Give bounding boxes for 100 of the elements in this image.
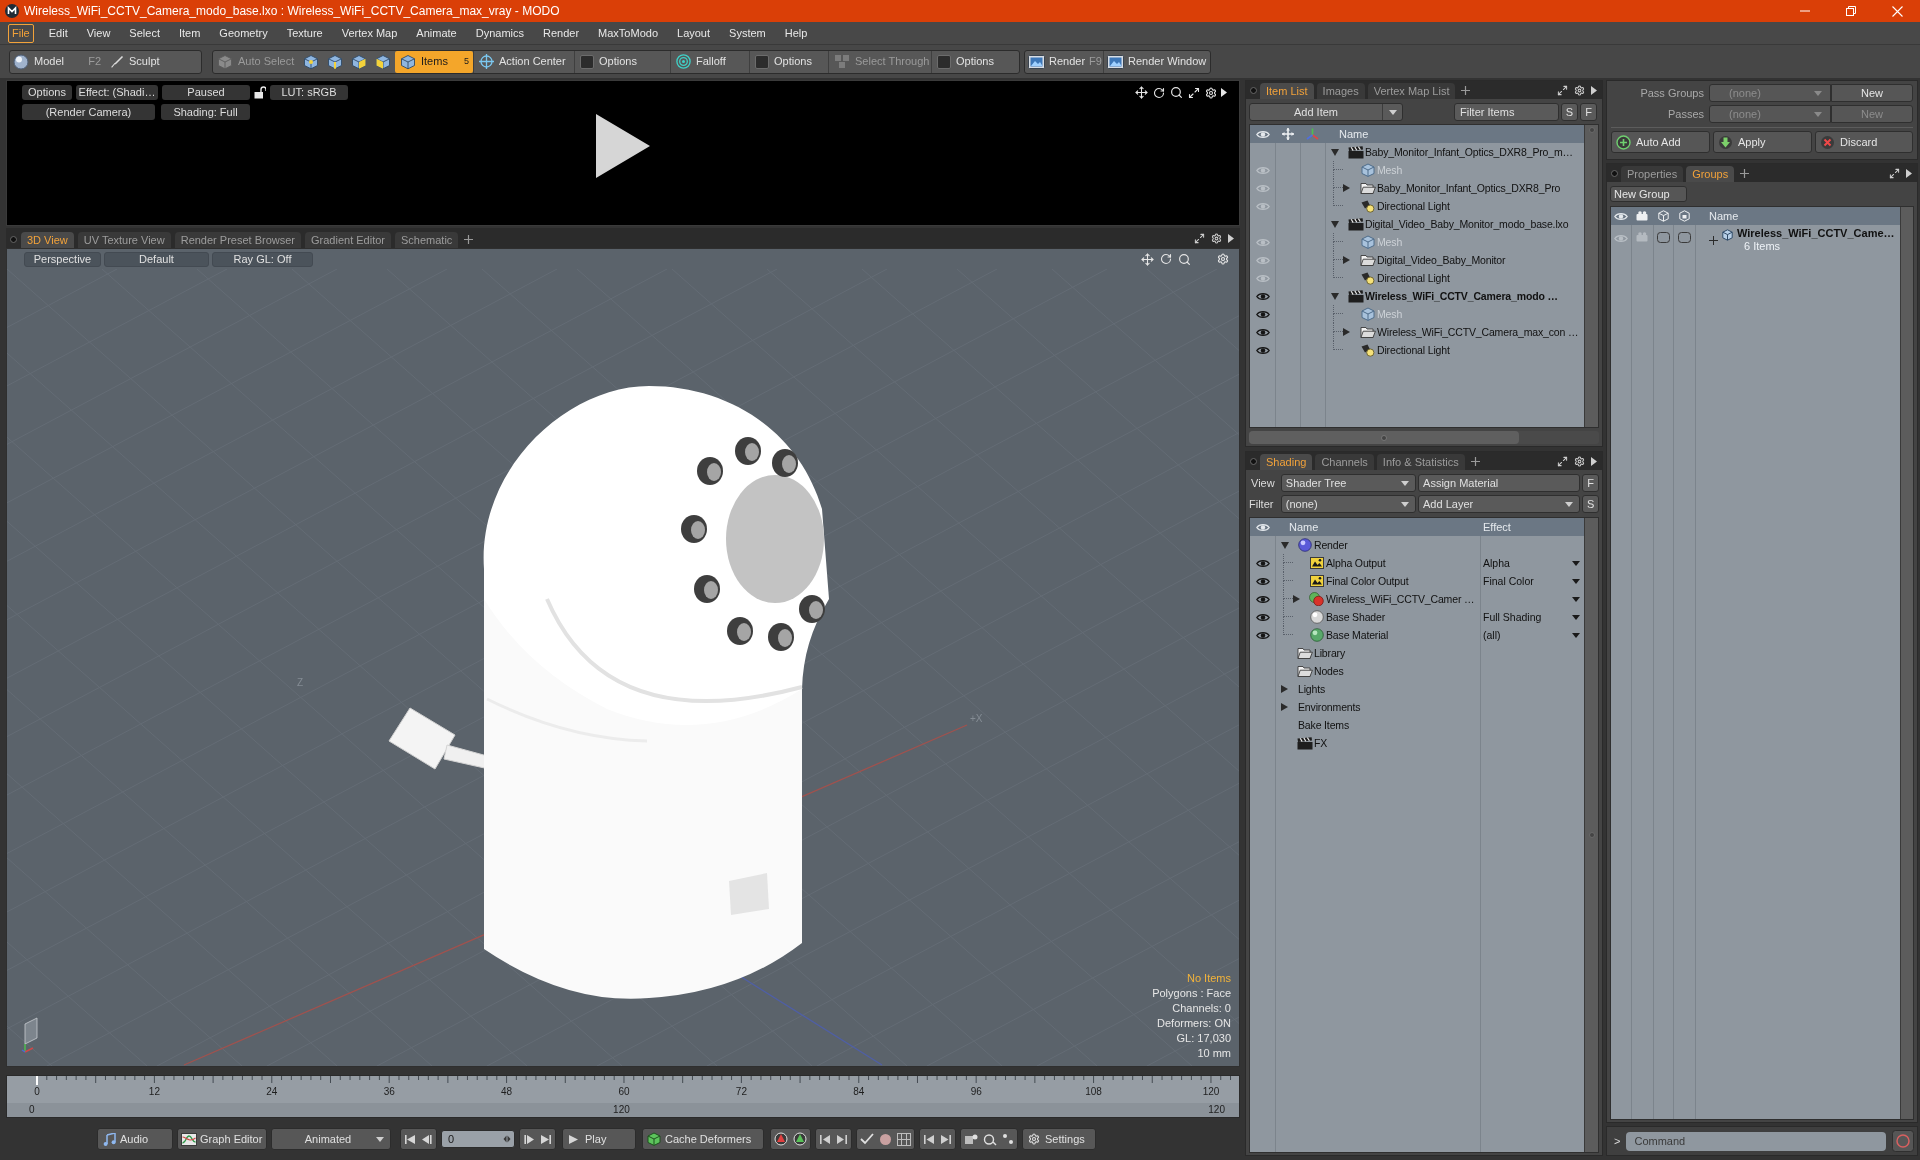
ring-icon[interactable] — [1892, 1130, 1914, 1152]
render-button[interactable]: Render F9 — [1025, 50, 1103, 73]
lut-button[interactable]: LUT: sRGB — [270, 85, 348, 100]
item-name[interactable]: Wireless_WiFi_CCTV_Camera_max_con … — [1377, 326, 1579, 338]
eye-icon[interactable] — [1255, 594, 1270, 604]
timeline-ruler[interactable]: 0 12 24 36 48 60 72 84 96 108 120 — [7, 1076, 1239, 1103]
effect-dropdown[interactable]: Alpha — [1480, 554, 1584, 572]
tool-button[interactable]: Action Center — [473, 50, 574, 73]
new-button[interactable]: New — [1831, 84, 1913, 102]
panel-tab[interactable]: UV Texture View — [77, 232, 171, 248]
panel-tab[interactable]: Groups — [1686, 166, 1735, 182]
panel-tab[interactable]: Render Preset Browser — [174, 232, 301, 248]
tool-button[interactable]: Falloff — [670, 50, 749, 73]
play-icon[interactable] — [596, 114, 650, 178]
search-icon[interactable] — [1170, 86, 1183, 99]
playhead-marker[interactable] — [36, 1076, 38, 1085]
layer-name[interactable]: FX — [1314, 737, 1328, 749]
scrollbar-track[interactable] — [1249, 431, 1599, 444]
maximize-icon[interactable] — [1557, 85, 1568, 96]
panel-tab[interactable]: Info & Statistics — [1376, 454, 1465, 470]
layer-name[interactable]: Wireless_WiFi_CCTV_Camer … — [1326, 593, 1475, 605]
add-tab-icon[interactable] — [464, 235, 474, 244]
eye-icon[interactable] — [1255, 612, 1270, 622]
view-mode-button[interactable]: Perspective — [24, 251, 101, 267]
view-mode-button[interactable]: Ray GL: Off — [212, 251, 313, 267]
right-triangle-icon[interactable] — [1591, 86, 1597, 95]
camera-button[interactable]: (Render Camera) — [22, 104, 155, 120]
close-icon[interactable] — [1891, 5, 1903, 17]
move-icon[interactable] — [1135, 86, 1148, 99]
filter-field[interactable]: Filter Items — [1454, 103, 1559, 121]
scrollbar-thumb[interactable] — [1249, 431, 1519, 444]
audio-button[interactable]: Audio — [97, 1128, 173, 1150]
skip-forward-icon[interactable] — [836, 1133, 848, 1145]
triangle-circle-icon[interactable] — [793, 1132, 807, 1146]
eye-icon[interactable] — [1255, 327, 1270, 337]
rounded-square-icon[interactable] — [1656, 232, 1670, 243]
menu-item[interactable]: Render — [539, 23, 584, 43]
menu-item[interactable]: Animate — [412, 23, 461, 43]
effect-dropdown[interactable]: Full Shading — [1480, 608, 1584, 626]
options-button[interactable]: Options — [22, 85, 72, 100]
two-dots-icon[interactable] — [1002, 1133, 1014, 1145]
key-mode-dropdown[interactable]: Animated — [271, 1128, 391, 1150]
menu-item[interactable]: Geometry — [215, 23, 272, 43]
panel-menu-dot-icon[interactable] — [1611, 170, 1618, 177]
graph-editor-button[interactable]: Graph Editor — [177, 1128, 267, 1150]
filter-dropdown[interactable]: (none) — [1280, 495, 1417, 513]
add-tab-icon[interactable] — [1461, 86, 1471, 95]
menu-item[interactable]: Help — [780, 23, 812, 43]
item-name[interactable]: Wireless_WiFi_CCTV_Camera_modo … — [1365, 290, 1558, 302]
settings-button[interactable]: Settings — [1022, 1128, 1096, 1150]
maximize-icon[interactable] — [1557, 456, 1568, 467]
scrollbar-track[interactable] — [1584, 125, 1598, 427]
pass-action-button[interactable]: Apply — [1713, 131, 1812, 153]
layer-name[interactable]: Base Shader — [1326, 611, 1386, 623]
panel-menu-dot-icon[interactable] — [1250, 87, 1257, 94]
add-item-dropdown[interactable]: Add Item — [1249, 103, 1403, 121]
right-triangle-icon[interactable] — [1221, 88, 1227, 97]
layer-name[interactable]: Final Color Output — [1326, 575, 1409, 587]
maximize-icon[interactable] — [1188, 86, 1200, 99]
filter-toggle-button[interactable]: F — [1580, 103, 1597, 121]
eye-icon[interactable] — [1255, 630, 1270, 640]
settings-icon[interactable] — [1205, 86, 1217, 99]
skip-back-icon[interactable] — [819, 1133, 831, 1145]
s-button[interactable]: S — [1582, 495, 1599, 513]
skip-forward-icon[interactable] — [940, 1133, 952, 1145]
magnifier-icon[interactable] — [983, 1132, 997, 1146]
rounded-square-icon[interactable] — [1677, 232, 1691, 243]
group-name[interactable]: Wireless_WiFi_CCTV_Came… — [1737, 228, 1895, 239]
right-triangle-icon[interactable] — [1591, 457, 1597, 466]
panel-tab[interactable]: Channels — [1315, 454, 1374, 470]
cache-deformers-button[interactable]: Cache Deformers — [642, 1128, 764, 1150]
render-button[interactable]: Render Window — [1103, 50, 1210, 73]
down-triangle-icon[interactable] — [1331, 292, 1339, 300]
pass-action-button[interactable]: Auto Add — [1611, 131, 1710, 153]
panel-menu-dot-icon[interactable] — [10, 236, 17, 243]
panel-tab[interactable]: Vertex Map List — [1367, 83, 1456, 99]
view-dropdown[interactable]: Shader Tree — [1280, 474, 1417, 492]
view-mode-button[interactable]: Default — [104, 251, 209, 267]
down-triangle-icon[interactable] — [1331, 220, 1339, 228]
menu-item[interactable]: System — [725, 23, 770, 43]
shading-button[interactable]: Shading: Full — [161, 104, 250, 120]
layer-name[interactable]: Environments — [1298, 701, 1361, 713]
skip-start-icon[interactable] — [404, 1133, 416, 1145]
settings-icon[interactable] — [1574, 85, 1585, 96]
item-name[interactable]: Baby_Monitor_Infant_Optics_DXR8_Pro_m… — [1365, 146, 1573, 158]
panel-tab[interactable]: Properties — [1621, 166, 1684, 182]
eye-icon[interactable] — [1255, 309, 1270, 319]
frame-field[interactable]: 0 — [441, 1130, 515, 1148]
effect-dropdown[interactable]: Effect: (Shadi… — [76, 85, 158, 100]
menu-item[interactable]: View — [82, 23, 115, 43]
menu-item[interactable]: MaxToModo — [594, 23, 662, 43]
step-back-icon[interactable] — [421, 1133, 433, 1145]
item-name[interactable]: Baby_Monitor_Infant_Optics_DXR8_Pro — [1377, 182, 1561, 194]
add-layer-dropdown[interactable]: Add Layer — [1418, 495, 1581, 513]
right-triangle-icon[interactable] — [1906, 169, 1912, 178]
menu-item[interactable]: Dynamics — [471, 23, 528, 43]
panel-tab[interactable]: Schematic — [395, 232, 459, 248]
panel-tab[interactable]: Shading — [1260, 454, 1313, 470]
layer-name[interactable]: Alpha Output — [1326, 557, 1386, 569]
settings-icon[interactable] — [1211, 233, 1222, 244]
